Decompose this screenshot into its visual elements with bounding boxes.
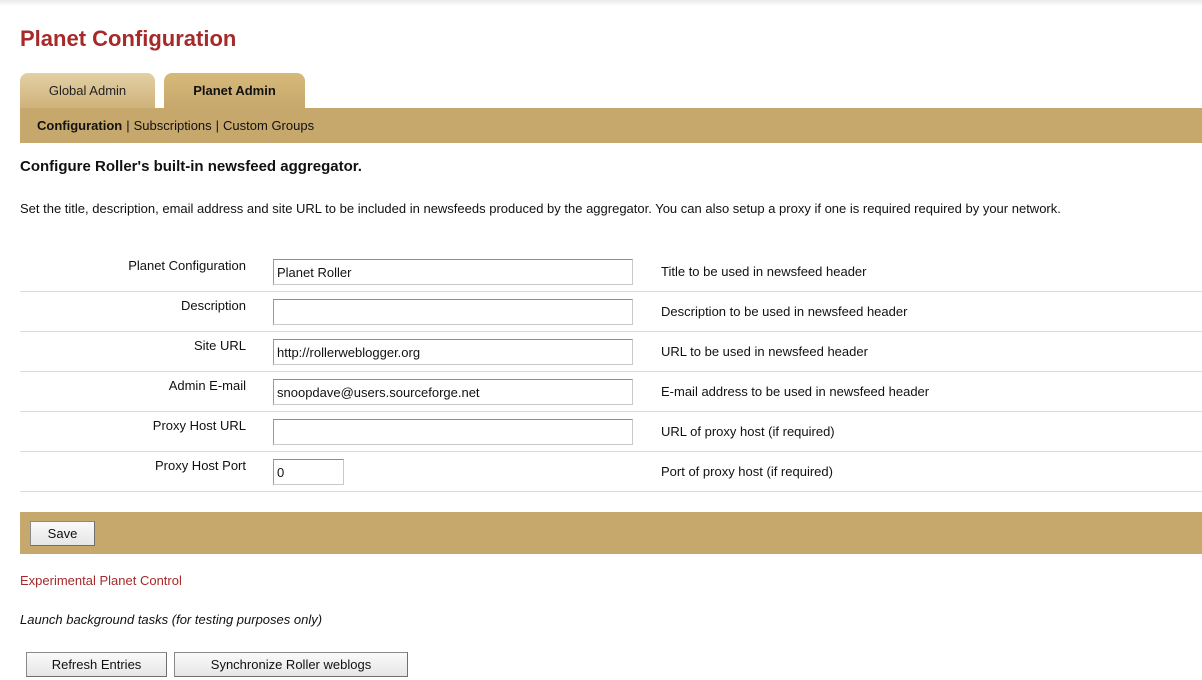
form-row-description: Description Description to be used in ne…	[20, 292, 1202, 332]
form-row-admin-email: Admin E-mail E-mail address to be used i…	[20, 372, 1202, 412]
subnav-configuration[interactable]: Configuration	[37, 118, 122, 133]
subnav-separator: |	[215, 118, 220, 133]
subnav-subscriptions[interactable]: Subscriptions	[134, 118, 212, 133]
section-intro: Set the title, description, email addres…	[20, 201, 1061, 216]
field-help: Description to be used in newsfeed heade…	[661, 304, 908, 319]
field-help: Port of proxy host (if required)	[661, 464, 833, 479]
planet-title-input[interactable]	[273, 259, 633, 285]
field-label: Proxy Host Port	[154, 458, 246, 473]
synchronize-weblogs-button[interactable]: Synchronize Roller weblogs	[174, 652, 408, 677]
field-label: Planet Configuration	[128, 258, 246, 273]
field-help: Title to be used in newsfeed header	[661, 264, 867, 279]
admin-email-input[interactable]	[273, 379, 633, 405]
tab-planet-admin[interactable]: Planet Admin	[164, 73, 305, 108]
form-row-site-url: Site URL URL to be used in newsfeed head…	[20, 332, 1202, 372]
experimental-planet-control-link[interactable]: Experimental Planet Control	[20, 573, 182, 588]
section-heading: Configure Roller's built-in newsfeed agg…	[20, 158, 362, 175]
field-label: Proxy Host URL	[152, 418, 246, 433]
refresh-entries-button[interactable]: Refresh Entries	[26, 652, 167, 677]
top-shadow	[0, 0, 1202, 6]
field-label: Admin E-mail	[168, 378, 246, 393]
save-button[interactable]: Save	[30, 521, 95, 546]
proxy-host-url-input[interactable]	[273, 419, 633, 445]
experimental-description: Launch background tasks (for testing pur…	[20, 612, 323, 627]
sub-navigation: Configuration | Subscriptions | Custom Group…	[20, 108, 1202, 143]
subnav-custom-groups[interactable]: Custom Groups	[223, 118, 314, 133]
form-row-proxy-host-url: Proxy Host URL URL of proxy host (if req…	[20, 412, 1202, 452]
form-row-planet-title: Planet Configuration Title to be used in…	[20, 252, 1202, 292]
field-label: Site URL	[193, 338, 246, 353]
field-help: E-mail address to be used in newsfeed he…	[661, 384, 930, 399]
save-bar: Save	[20, 512, 1202, 554]
proxy-host-port-input[interactable]	[273, 459, 344, 485]
field-help: URL of proxy host (if required)	[661, 424, 835, 439]
description-input[interactable]	[273, 299, 633, 325]
tab-global-admin[interactable]: Global Admin	[20, 73, 155, 108]
subnav-separator: |	[126, 118, 130, 133]
site-url-input[interactable]	[273, 339, 633, 365]
form-row-proxy-host-port: Proxy Host Port Port of proxy host (if r…	[20, 452, 1202, 492]
field-label: Description	[180, 298, 246, 313]
page-title: Planet Configuration	[20, 26, 237, 51]
field-help: URL to be used in newsfeed header	[661, 344, 868, 359]
